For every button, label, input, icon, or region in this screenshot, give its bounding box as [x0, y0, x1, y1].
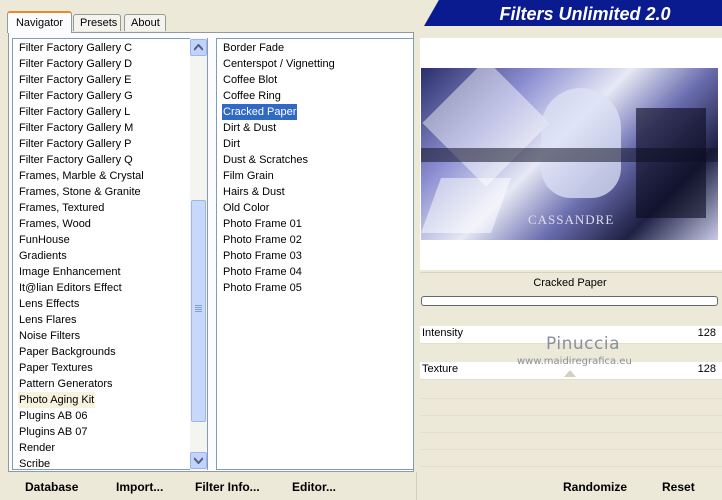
filter-list[interactable]: Border Fade Centerspot / Vignetting Coffee…	[216, 38, 414, 470]
preview-signature: CASSANDRE	[528, 212, 615, 227]
category-item[interactable]: Paper Textures	[18, 360, 94, 376]
category-item[interactable]: Frames, Textured	[18, 200, 105, 216]
category-scrollbar[interactable]	[190, 38, 207, 470]
category-item[interactable]: Plugins AB 06	[18, 408, 89, 424]
filter-item[interactable]: Coffee Ring	[222, 88, 282, 104]
category-item[interactable]: Frames, Marble & Crystal	[18, 168, 145, 184]
filter-name-label: Cracked Paper	[533, 277, 607, 289]
param-label: Texture	[422, 363, 459, 375]
param-value: 128	[697, 327, 716, 339]
filter-item[interactable]: Border Fade	[222, 40, 285, 56]
reset-button[interactable]: Reset	[662, 480, 695, 494]
watermark-url: www.maidiregrafica.eu	[517, 356, 632, 367]
category-item[interactable]: Pattern Generators	[18, 376, 114, 392]
filter-item[interactable]: Film Grain	[222, 168, 275, 184]
filter-item[interactable]: Coffee Blot	[222, 72, 278, 88]
category-item[interactable]: It@lian Editors Effect	[18, 280, 123, 296]
watermark-name: Pinuccia	[546, 334, 620, 354]
filter-item[interactable]: Dust & Scratches	[222, 152, 309, 168]
tab-about[interactable]: About	[124, 14, 166, 31]
category-item[interactable]: Frames, Wood	[18, 216, 92, 232]
chevron-up-icon	[194, 44, 203, 51]
category-item[interactable]: Filter Factory Gallery M	[18, 120, 134, 136]
category-item[interactable]: Render	[18, 440, 56, 456]
filter-item[interactable]: Photo Frame 03	[222, 248, 303, 264]
category-item[interactable]: Filter Factory Gallery E	[18, 72, 132, 88]
category-item[interactable]: Scribe	[18, 456, 51, 469]
category-list[interactable]: Filter Factory Gallery C Filter Factory G…	[12, 38, 208, 470]
category-item[interactable]: Lens Flares	[18, 312, 77, 328]
scroll-up-button[interactable]	[190, 39, 207, 56]
chevron-down-icon	[194, 457, 203, 464]
import-button[interactable]: Import...	[116, 480, 163, 494]
category-item[interactable]: Filter Factory Gallery L	[18, 104, 131, 120]
banner-title: Filters Unlimited 2.0	[499, 4, 671, 24]
randomize-button[interactable]: Randomize	[563, 480, 627, 494]
category-item[interactable]: Filter Factory Gallery P	[18, 136, 132, 152]
slider-marker-icon	[564, 370, 576, 377]
category-item[interactable]: Filter Factory Gallery Q	[18, 152, 134, 168]
database-button[interactable]: Database	[25, 480, 78, 494]
scroll-thumb[interactable]	[191, 200, 206, 422]
filter-item[interactable]: Dirt & Dust	[222, 120, 277, 136]
tab-navigator[interactable]: Navigator	[7, 11, 72, 33]
filter-item[interactable]: Old Color	[222, 200, 270, 216]
filter-item[interactable]: Photo Frame 01	[222, 216, 303, 232]
category-item[interactable]: Lens Effects	[18, 296, 80, 312]
category-item[interactable]: FunHouse	[18, 232, 71, 248]
grip-icon	[195, 305, 202, 312]
tab-presets[interactable]: Presets	[73, 14, 121, 31]
filter-item[interactable]: Photo Frame 02	[222, 232, 303, 248]
progress-bar	[421, 296, 718, 306]
scroll-down-button[interactable]	[190, 452, 207, 469]
filter-item[interactable]: Centerspot / Vignetting	[222, 56, 336, 72]
category-item[interactable]: Gradients	[18, 248, 68, 264]
category-item[interactable]: Noise Filters	[18, 328, 81, 344]
category-item[interactable]: Plugins AB 07	[18, 424, 89, 440]
category-item[interactable]: Filter Factory Gallery G	[18, 88, 134, 104]
filter-item[interactable]: Hairs & Dust	[222, 184, 286, 200]
category-item[interactable]: Image Enhancement	[18, 264, 122, 280]
category-item[interactable]: Paper Backgrounds	[18, 344, 117, 360]
editor-button[interactable]: Editor...	[292, 480, 336, 494]
filter-item[interactable]: Photo Frame 05	[222, 280, 303, 296]
filter-info-button[interactable]: Filter Info...	[195, 480, 260, 494]
category-item[interactable]: Photo Aging Kit	[18, 392, 96, 408]
filter-item[interactable]: Dirt	[222, 136, 241, 152]
category-item[interactable]: Frames, Stone & Granite	[18, 184, 142, 200]
param-value: 128	[697, 363, 716, 375]
filter-item[interactable]: Cracked Paper	[222, 104, 298, 120]
category-item[interactable]: Filter Factory Gallery C	[18, 40, 133, 56]
param-label: Intensity	[422, 327, 463, 339]
category-item[interactable]: Filter Factory Gallery D	[18, 56, 133, 72]
filter-item[interactable]: Photo Frame 04	[222, 264, 303, 280]
